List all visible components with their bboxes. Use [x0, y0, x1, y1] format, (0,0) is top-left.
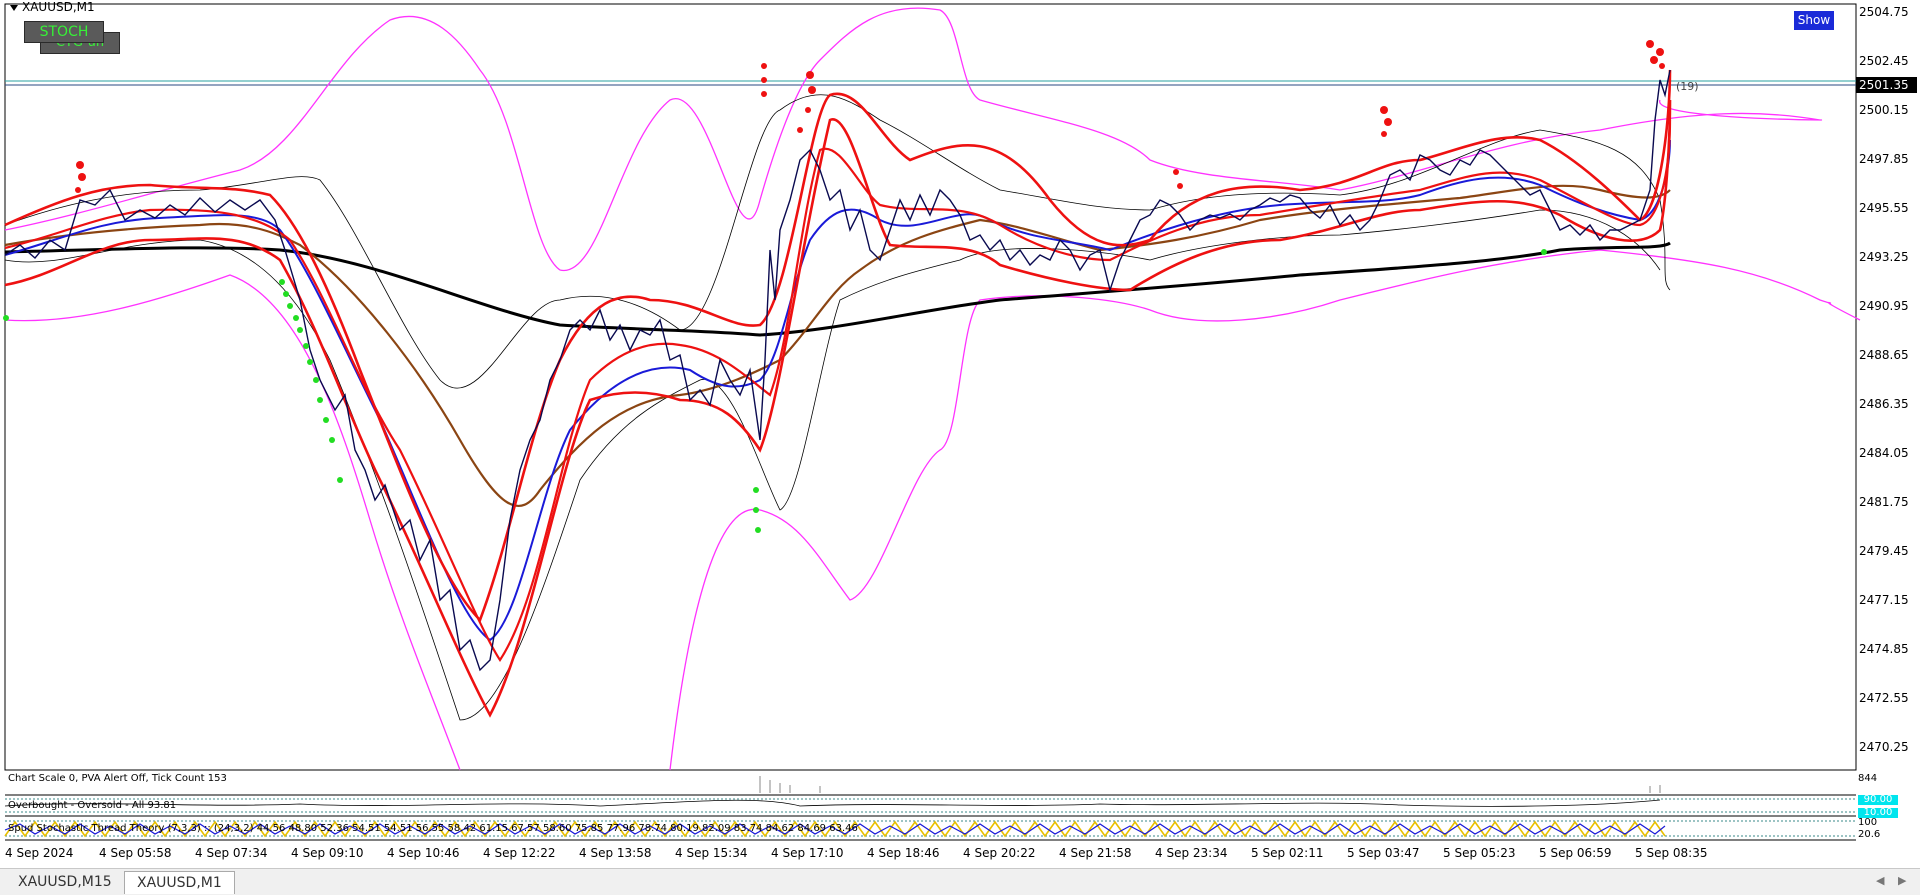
ma-blue [4, 139, 1671, 642]
price-label: 2472.55 [1859, 691, 1909, 705]
price-label: 2479.45 [1859, 544, 1909, 558]
overbought-info-label: Overbought - Oversold - All 93.81 [8, 800, 177, 811]
price-label: 2502.45 [1859, 54, 1909, 68]
collapse-triangle-icon[interactable] [10, 4, 18, 11]
time-label: 4 Sep 21:58 [1059, 846, 1132, 860]
price-label: 2477.15 [1859, 593, 1909, 607]
chart-frame [4, 3, 1857, 771]
chart-area[interactable]: XAUUSD,M1 CTG-un STOCH Show 2504.75 2502… [0, 0, 1920, 894]
scroll-left-icon[interactable]: ◀ [1876, 874, 1884, 887]
time-label: 4 Sep 15:34 [675, 846, 748, 860]
volume-histogram [759, 776, 1661, 793]
price-label: 2500.15 [1859, 103, 1909, 117]
stoch-info-label: Spud Stochastic Thread Theory (7,3,3) ::… [8, 823, 858, 834]
chart-tabs-bar: XAUUSD,M15 XAUUSD,M1 ◀ ▶ [0, 868, 1920, 895]
time-label: 4 Sep 07:34 [195, 846, 268, 860]
symbol-title: XAUUSD,M1 [10, 0, 95, 14]
price-label: 2493.25 [1859, 250, 1909, 264]
price-label: 2490.95 [1859, 299, 1909, 313]
tab-xauusd-m15[interactable]: XAUUSD,M15 [6, 871, 124, 893]
stoch-axis-bottom: 20.6 [1858, 829, 1881, 840]
time-label: 4 Sep 09:10 [291, 846, 364, 860]
band-red-upper [4, 69, 1672, 623]
time-label: 5 Sep 05:23 [1443, 846, 1516, 860]
band-black-upper [4, 94, 1671, 389]
time-label: 5 Sep 06:59 [1539, 846, 1612, 860]
tab-xauusd-m1[interactable]: XAUUSD,M1 [124, 871, 235, 894]
price-label: 2497.85 [1859, 152, 1909, 166]
price-label: 2481.75 [1859, 495, 1909, 509]
time-label: 4 Sep 18:46 [867, 846, 940, 860]
price-label: 2495.55 [1859, 201, 1909, 215]
ob-series [4, 799, 1661, 807]
time-label: 4 Sep 20:22 [963, 846, 1036, 860]
time-label: 5 Sep 08:35 [1635, 846, 1708, 860]
stoch-axis-top: 100 [1858, 817, 1878, 828]
price-chart-svg[interactable] [0, 0, 1920, 894]
time-label: 4 Sep 12:22 [483, 846, 556, 860]
time-label: 4 Sep 17:10 [771, 846, 844, 860]
ma-brown [4, 184, 1671, 508]
price-label: 2488.65 [1859, 348, 1909, 362]
price-label: 2486.35 [1859, 397, 1909, 411]
volume-info-label: Chart Scale 0, PVA Alert Off, Tick Count… [8, 773, 227, 784]
time-label: 5 Sep 02:11 [1251, 846, 1324, 860]
price-label: 2474.85 [1859, 642, 1909, 656]
time-label: 4 Sep 10:46 [387, 846, 460, 860]
current-price-tag: 2501.35 [1856, 77, 1917, 93]
order-count-label: (19) [1676, 80, 1699, 93]
ob-level-high-tag: 90.00 [1858, 795, 1898, 805]
band-black-lower [4, 209, 1661, 721]
time-label: 4 Sep 05:58 [99, 846, 172, 860]
show-button[interactable]: Show [1794, 11, 1834, 30]
volume-axis-label: 844 [1858, 773, 1878, 784]
scroll-right-icon[interactable]: ▶ [1898, 874, 1906, 887]
price-label: 2470.25 [1859, 740, 1909, 754]
stoch-button[interactable]: STOCH [24, 21, 104, 43]
time-label: 4 Sep 13:58 [579, 846, 652, 860]
price-label: 2484.05 [1859, 446, 1909, 460]
time-label: 4 Sep 23:34 [1155, 846, 1228, 860]
symbol-title-text: XAUUSD,M1 [22, 0, 95, 14]
time-label: 4 Sep 2024 [5, 846, 74, 860]
price-label: 2504.75 [1859, 5, 1909, 19]
band-outer-lower [4, 249, 1861, 771]
time-label: 5 Sep 03:47 [1347, 846, 1420, 860]
